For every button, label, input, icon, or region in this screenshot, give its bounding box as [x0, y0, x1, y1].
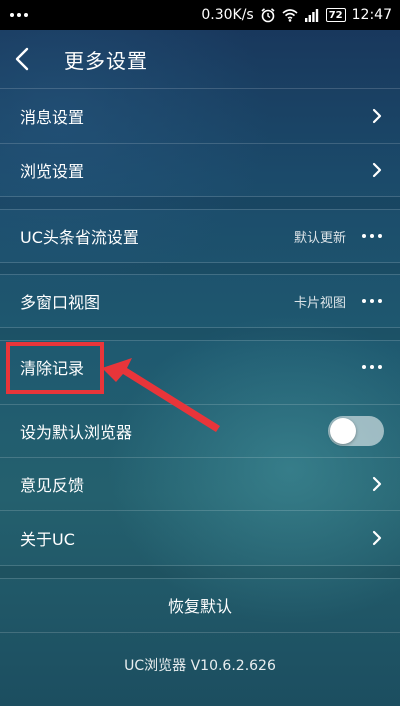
- wifi-icon: [282, 9, 298, 22]
- section-gap: [0, 263, 400, 274]
- section-gap: [0, 566, 400, 578]
- row-feedback[interactable]: 意见反馈: [0, 458, 400, 510]
- chevron-right-icon: [372, 476, 382, 492]
- row-label: UC头条省流设置: [20, 228, 139, 247]
- more-options-icon[interactable]: [360, 230, 384, 242]
- row-message-settings[interactable]: 消息设置: [0, 89, 400, 143]
- signal-icon: [304, 9, 318, 22]
- row-value: 卡片视图: [293, 295, 346, 311]
- more-options-icon[interactable]: [360, 295, 384, 307]
- chevron-right-icon: [372, 162, 382, 178]
- alarm-icon: [261, 8, 275, 23]
- back-arrow-icon: [15, 47, 29, 71]
- chevron-right-icon: [372, 108, 382, 124]
- clock: 12:47: [351, 7, 392, 23]
- row-multi-window-view[interactable]: 多窗口视图 卡片视图: [0, 275, 400, 327]
- version-label: UC浏览器 V10.6.2.626: [124, 658, 276, 674]
- row-label: 设为默认浏览器: [20, 423, 133, 442]
- row-right: 默认更新: [294, 227, 384, 246]
- row-label: 清除记录: [20, 359, 85, 378]
- notification-dots-icon: [10, 13, 28, 17]
- row-clear-history[interactable]: 清除记录: [0, 341, 400, 393]
- row-value: 默认更新: [293, 230, 346, 246]
- settings-screen: 0.30K/s 72 12:47 更多设置 消息设置 浏览设置 UC头条省流设置…: [0, 0, 400, 706]
- status-right: 0.30K/s 72 12:47: [201, 7, 392, 23]
- row-label: 多窗口视图: [20, 293, 101, 312]
- more-options-icon[interactable]: [360, 361, 384, 373]
- row-label: 关于UC: [20, 530, 75, 549]
- row-label: 消息设置: [20, 108, 85, 127]
- section-gap: [0, 197, 400, 209]
- status-bar: 0.30K/s 72 12:47: [0, 0, 400, 30]
- section-gap: [0, 328, 400, 340]
- restore-default-button[interactable]: 恢复默认: [0, 578, 400, 632]
- battery-icon: 72: [325, 8, 346, 22]
- chevron-right-icon: [372, 530, 382, 546]
- back-button[interactable]: [14, 30, 58, 88]
- row-about-uc[interactable]: 关于UC: [0, 511, 400, 565]
- row-label: 意见反馈: [20, 476, 85, 495]
- row-set-default-browser[interactable]: 设为默认浏览器: [0, 405, 400, 457]
- page-title: 更多设置: [64, 48, 148, 73]
- row-right: 卡片视图: [294, 292, 384, 311]
- divider: [0, 632, 400, 633]
- network-speed: 0.30K/s: [201, 7, 254, 23]
- header: 更多设置: [0, 30, 400, 88]
- default-browser-toggle[interactable]: [328, 416, 384, 446]
- row-label: 浏览设置: [20, 162, 85, 181]
- row-browse-settings[interactable]: 浏览设置: [0, 144, 400, 196]
- toggle-knob: [330, 418, 356, 444]
- row-uc-headline-data-saving[interactable]: UC头条省流设置 默认更新: [0, 210, 400, 262]
